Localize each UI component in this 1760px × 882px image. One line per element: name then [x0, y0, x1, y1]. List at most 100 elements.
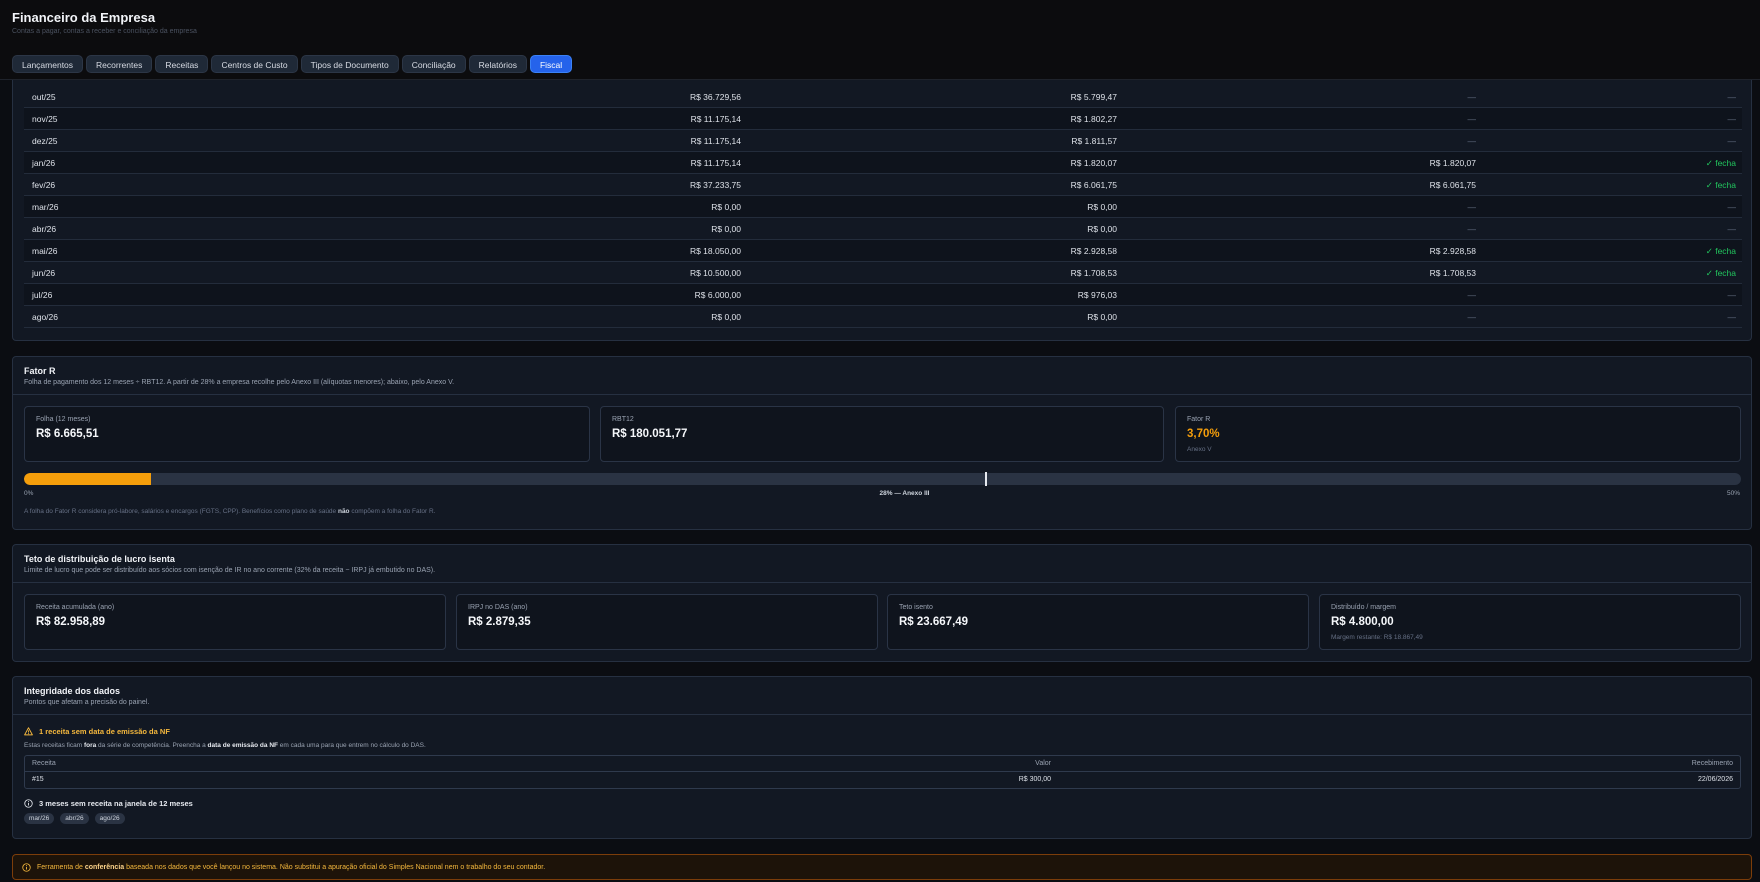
- cell-month: jan/26: [32, 158, 56, 168]
- app-header: Financeiro da Empresa Contas a pagar, co…: [0, 0, 1760, 80]
- cell-receita: R$ 11.175,14: [690, 114, 741, 124]
- cell-pago: R$ 2.928,58: [1429, 246, 1476, 256]
- table-row[interactable]: out/25 R$ 36.729,56 R$ 5.799,47 — —: [24, 86, 1742, 108]
- cell-month: nov/25: [32, 114, 58, 124]
- divider: [13, 582, 1751, 583]
- tab-lancamentos[interactable]: Lançamentos: [12, 55, 84, 73]
- table-row[interactable]: #15 R$ 300,00 22/06/2026: [25, 772, 1740, 789]
- cell-pago: R$ 1.708,53: [1429, 268, 1476, 278]
- bar-label-max: 50%: [1726, 490, 1740, 497]
- cell-das: R$ 5.799,47: [1070, 92, 1117, 102]
- section-subtitle: Limite de lucro que pode ser distribuído…: [24, 567, 436, 574]
- monthly-table: out/25 R$ 36.729,56 R$ 5.799,47 — — nov/25 R$ …: [24, 86, 1742, 328]
- tab-conciliacao[interactable]: Conciliação: [401, 55, 466, 73]
- tab-receitas[interactable]: Receitas: [155, 55, 209, 73]
- cell-receita: R$ 6.000,00: [694, 290, 741, 300]
- warning-alert: 1 receita sem data de emissão da NF: [24, 727, 170, 736]
- table-row[interactable]: mai/26 R$ 18.050,00 R$ 2.928,58 R$ 2.928,58…: [24, 240, 1742, 262]
- table-row[interactable]: fev/26 R$ 37.233,75 R$ 6.061,75 R$ 6.061,75…: [24, 174, 1742, 196]
- cell-receita: R$ 0,00: [711, 224, 741, 234]
- divider: [13, 394, 1751, 395]
- table-row[interactable]: dez/25 R$ 11.175,14 R$ 1.811,57 — —: [24, 130, 1742, 152]
- table-row[interactable]: ago/26 R$ 0,00 R$ 0,00 — —: [24, 306, 1742, 328]
- bar-label-min: 0%: [24, 490, 34, 497]
- stat-receita-acumulada: Receita acumulada (ano) R$ 82.958,89: [24, 594, 446, 650]
- cell-month: jul/26: [32, 290, 53, 300]
- cell-month: dez/25: [32, 136, 58, 146]
- cell-status: —: [1727, 312, 1737, 322]
- table-row[interactable]: jun/26 R$ 10.500,00 R$ 1.708,53 R$ 1.708,53…: [24, 262, 1742, 284]
- section-title: Fator R: [24, 366, 56, 376]
- cell-das: R$ 0,00: [1087, 312, 1117, 322]
- fator-r-progress-bar: [24, 473, 1741, 485]
- cell-pago: —: [1467, 92, 1477, 102]
- cell-receita: R$ 10.500,00: [689, 268, 741, 278]
- cell-status: ✓ fecha: [1705, 158, 1736, 168]
- cell-receita: R$ 36.729,56: [689, 92, 741, 102]
- stat-distribuido: Distribuído / margem R$ 4.800,00 Margem …: [1319, 594, 1741, 650]
- stat-note: Anexo V: [1187, 446, 1212, 453]
- cell-pago: R$ 1.820,07: [1429, 158, 1476, 168]
- stat-value: 3,70%: [1187, 428, 1220, 440]
- tab-recorrentes[interactable]: Recorrentes: [86, 55, 153, 73]
- column-header-receita: Receita: [32, 760, 56, 767]
- info-icon: [22, 862, 31, 872]
- cell-month: mai/26: [32, 246, 58, 256]
- stat-value: R$ 180.051,77: [612, 428, 688, 440]
- tab-tipos-de-documento[interactable]: Tipos de Documento: [300, 55, 399, 73]
- table-header: Receita Valor Recebimento: [25, 756, 1740, 772]
- cell-das: R$ 6.061,75: [1070, 180, 1117, 190]
- stat-value: R$ 23.667,49: [899, 616, 969, 628]
- page-subtitle: Contas a pagar, contas a receber e conci…: [12, 28, 197, 35]
- cell-status: —: [1727, 114, 1737, 124]
- cell-das: R$ 1.802,27: [1070, 114, 1117, 124]
- table-row[interactable]: abr/26 R$ 0,00 R$ 0,00 — —: [24, 218, 1742, 240]
- cell-das: R$ 1.820,07: [1070, 158, 1117, 168]
- cell-pago: —: [1467, 114, 1477, 124]
- stat-label: RBT12: [612, 416, 634, 423]
- table-row[interactable]: jul/26 R$ 6.000,00 R$ 976,03 — —: [24, 284, 1742, 306]
- info-alert: 3 meses sem receita na janela de 12 mese…: [24, 799, 193, 808]
- month-chip: abr/26: [60, 813, 89, 824]
- stat-value: R$ 82.958,89: [36, 616, 106, 628]
- cell-receita: R$ 18.050,00: [689, 246, 741, 256]
- table-row[interactable]: nov/25 R$ 11.175,14 R$ 1.802,27 — —: [24, 108, 1742, 130]
- stat-teto-isento: Teto isento R$ 23.667,49: [887, 594, 1309, 650]
- cell-pago: —: [1467, 136, 1477, 146]
- table-row[interactable]: mar/26 R$ 0,00 R$ 0,00 — —: [24, 196, 1742, 218]
- tab-relatorios[interactable]: Relatórios: [468, 55, 527, 73]
- info-icon: [24, 799, 33, 808]
- cell-receita: R$ 11.175,14: [690, 158, 741, 168]
- cell-month: abr/26: [32, 224, 57, 234]
- cell-status: —: [1727, 290, 1737, 300]
- cell-receita: R$ 11.175,14: [690, 136, 741, 146]
- cell-das: R$ 1.708,53: [1070, 268, 1117, 278]
- missing-months-chips: mar/26 abr/26 ago/26: [24, 813, 125, 824]
- cell-month: out/25: [32, 92, 56, 102]
- stat-folha: Folha (12 meses) R$ 6.665,51: [24, 406, 590, 462]
- tab-fiscal[interactable]: Fiscal: [529, 55, 573, 73]
- page-title: Financeiro da Empresa: [12, 10, 156, 25]
- disclaimer-text: Ferramenta de conferência baseada nos da…: [37, 863, 546, 871]
- fator-r-progress-fill: [24, 473, 152, 485]
- stat-value: R$ 2.879,35: [468, 616, 531, 628]
- cell-status: ✓ fecha: [1705, 180, 1736, 190]
- tab-centros-de-custo[interactable]: Centros de Custo: [211, 55, 298, 73]
- table-row[interactable]: jan/26 R$ 11.175,14 R$ 1.820,07 R$ 1.820,07…: [24, 152, 1742, 174]
- cell-status: —: [1727, 136, 1737, 146]
- warning-description: Estas receitas ficam fora da série de co…: [24, 742, 426, 749]
- stat-label: Teto isento: [899, 604, 933, 611]
- cell-pago: R$ 6.061,75: [1429, 180, 1476, 190]
- section-subtitle: Pontos que afetam a precisão do painel.: [24, 699, 150, 706]
- cell-das: R$ 2.928,58: [1070, 246, 1117, 256]
- integridade-card: Integridade dos dados Pontos que afetam …: [12, 676, 1752, 839]
- stat-label: IRPJ no DAS (ano): [468, 604, 528, 611]
- cell-status: ✓ fecha: [1705, 246, 1736, 256]
- fator-r-card: Fator R Folha de pagamento dos 12 meses …: [12, 356, 1752, 530]
- cell-month: fev/26: [32, 180, 56, 190]
- month-chip: mar/26: [24, 813, 55, 824]
- stat-label: Distribuído / margem: [1331, 604, 1396, 611]
- stat-value: R$ 4.800,00: [1331, 616, 1394, 628]
- cell-status: ✓ fecha: [1705, 268, 1736, 278]
- warning-title: 1 receita sem data de emissão da NF: [39, 727, 170, 736]
